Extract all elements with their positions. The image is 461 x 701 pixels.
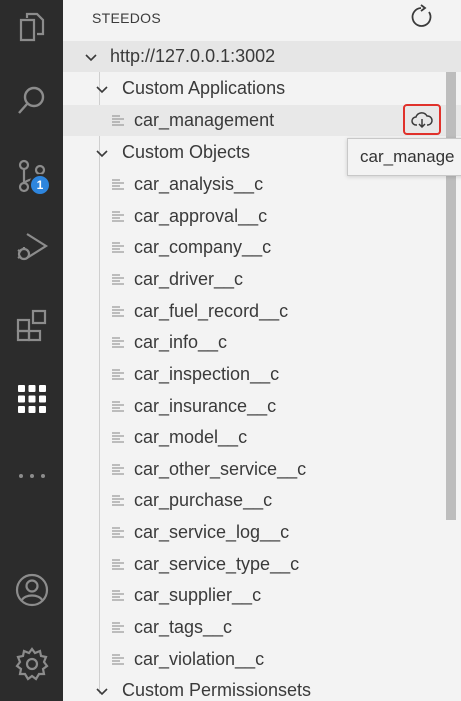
file-lines-icon: [112, 115, 124, 126]
tree-item-label: car_tags__c: [134, 617, 233, 637]
tree-item[interactable]: car_violation__c: [63, 644, 461, 675]
tree-item-label: car_model__c: [134, 427, 248, 447]
tooltip: car_manage: [347, 138, 461, 176]
sidebar-header: STEEDOS: [63, 0, 461, 36]
tree-item-label: car_fuel_record__c: [134, 301, 289, 321]
sidebar: STEEDOS http://127.0.0.1:3002 Custom App…: [63, 0, 461, 701]
file-lines-icon: [112, 432, 124, 443]
refresh-icon[interactable]: [409, 4, 435, 30]
tree-item-label: car_insurance__c: [134, 396, 277, 416]
tooltip-text: car_manage: [360, 147, 455, 166]
tree-item-label: car_approval__c: [134, 206, 268, 226]
file-lines-icon: [112, 369, 124, 380]
tree-item[interactable]: car_service_type__c: [63, 549, 461, 580]
file-lines-icon: [112, 527, 124, 538]
source-control-badge: 1: [29, 174, 51, 196]
activity-bar: 1: [0, 0, 63, 701]
download-button[interactable]: [403, 104, 441, 135]
chevron-down-icon: [96, 688, 108, 696]
tree-item[interactable]: car_purchase__c: [63, 485, 461, 516]
tree-item-label: car_other_service__c: [134, 459, 307, 479]
tree-item[interactable]: car_insurance__c: [63, 391, 461, 422]
sidebar-title: STEEDOS: [92, 10, 162, 26]
group-label: Custom Applications: [122, 78, 286, 98]
tree-item-label: car_supplier__c: [134, 585, 262, 605]
tree-item-label: car_management: [134, 110, 275, 130]
file-lines-icon: [112, 337, 124, 348]
file-lines-icon: [112, 274, 124, 285]
cloud-download-icon: [411, 111, 433, 128]
tree-item-label: car_driver__c: [134, 269, 244, 289]
explorer-icon[interactable]: [0, 2, 63, 50]
file-lines-icon: [112, 464, 124, 475]
tree-item[interactable]: car_approval__c: [63, 201, 461, 232]
tree-item-label: car_service_log__c: [134, 522, 290, 542]
tree-item[interactable]: car_tags__c: [63, 612, 461, 643]
tree-item[interactable]: car_info__c: [63, 327, 461, 358]
file-lines-icon: [112, 590, 124, 601]
tree-item[interactable]: car_company__c: [63, 232, 461, 263]
file-lines-icon: [112, 401, 124, 412]
account-icon[interactable]: [0, 566, 63, 614]
file-lines-icon: [112, 654, 124, 665]
tree-item-label: car_inspection__c: [134, 364, 280, 384]
apps-grid-icon[interactable]: [0, 375, 63, 423]
file-lines-icon: [112, 306, 124, 317]
run-debug-icon[interactable]: [0, 222, 63, 270]
tree-item-car-management[interactable]: car_management: [63, 105, 461, 136]
tree-item[interactable]: car_service_log__c: [63, 517, 461, 548]
tree-item[interactable]: car_supplier__c: [63, 580, 461, 611]
chevron-down-icon: [96, 150, 108, 158]
more-icon[interactable]: [0, 452, 63, 500]
tree-root[interactable]: http://127.0.0.1:3002: [63, 41, 461, 72]
tree-item-label: car_analysis__c: [134, 174, 264, 194]
tree-item[interactable]: car_fuel_record__c: [63, 296, 461, 327]
tree-item-label: car_info__c: [134, 332, 228, 352]
chevron-down-icon: [85, 54, 97, 62]
file-lines-icon: [112, 179, 124, 190]
tree-item[interactable]: car_model__c: [63, 422, 461, 453]
group-custom-permissionsets[interactable]: Custom Permissionsets: [63, 675, 461, 701]
tree-item[interactable]: car_driver__c: [63, 264, 461, 295]
settings-icon[interactable]: [0, 640, 63, 688]
tree-item-label: car_service_type__c: [134, 554, 300, 574]
tree-item-label: car_purchase__c: [134, 490, 273, 510]
tree-item-label: car_company__c: [134, 237, 272, 257]
chevron-down-icon: [96, 86, 108, 94]
group-label: Custom Permissionsets: [122, 680, 312, 700]
file-lines-icon: [112, 242, 124, 253]
search-icon[interactable]: [0, 76, 63, 124]
group-custom-applications[interactable]: Custom Applications: [63, 73, 461, 104]
tree-item[interactable]: car_inspection__c: [63, 359, 461, 390]
tree-item-label: car_violation__c: [134, 649, 265, 669]
tree-item[interactable]: car_other_service__c: [63, 454, 461, 485]
file-lines-icon: [112, 622, 124, 633]
file-lines-icon: [112, 495, 124, 506]
group-label: Custom Objects: [122, 142, 251, 162]
file-lines-icon: [112, 211, 124, 222]
tree-root-label: http://127.0.0.1:3002: [110, 46, 276, 66]
file-lines-icon: [112, 559, 124, 570]
extensions-icon[interactable]: [0, 301, 63, 349]
